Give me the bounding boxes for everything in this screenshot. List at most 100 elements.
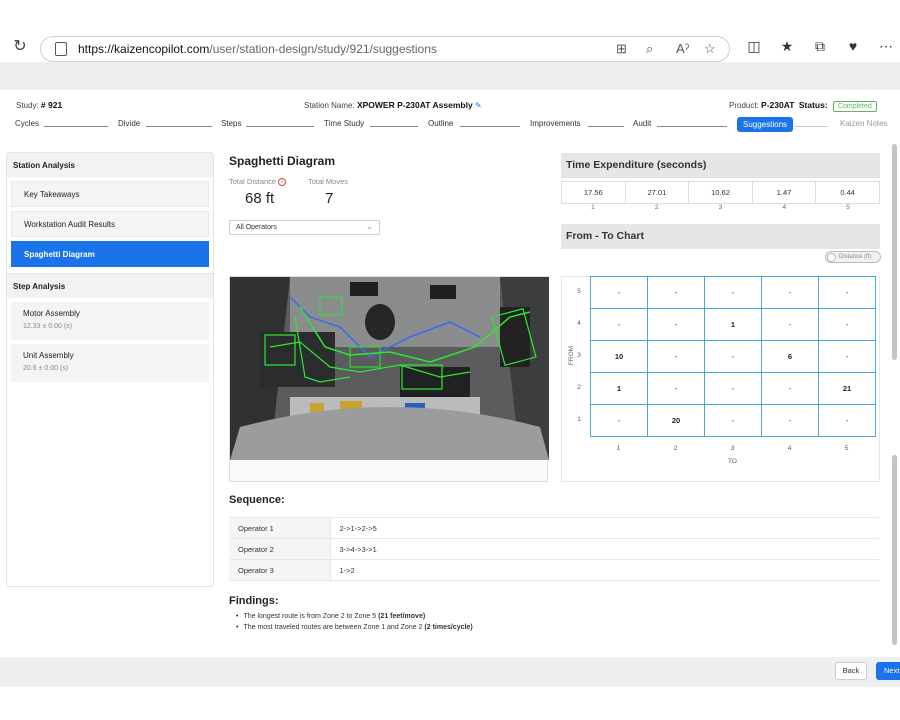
step-connector xyxy=(588,126,624,127)
study-id: Study: # 921 xyxy=(16,100,63,110)
refresh-icon[interactable]: ↻ xyxy=(10,37,30,57)
scrollbar-thumb-lower[interactable] xyxy=(892,455,897,645)
route-cell: 3->4->3->1 xyxy=(329,538,879,560)
findings-list: The longest route is from Zone 2 to Zone… xyxy=(236,613,473,635)
favorite-icon[interactable]: ☆ xyxy=(704,41,716,57)
scrollbar-thumb[interactable] xyxy=(892,144,897,360)
sidebar-item-spaghetti-diagram[interactable]: Spaghetti Diagram xyxy=(11,241,209,267)
operator-select[interactable]: All Operators ⌄ xyxy=(229,220,380,235)
lock-icon[interactable] xyxy=(55,42,67,56)
grid-cell: 10 xyxy=(590,340,648,373)
table-row: 10 - - 6 - xyxy=(590,340,876,373)
col-label: 4 xyxy=(787,445,792,452)
time-cell: 1.47 xyxy=(751,181,817,204)
zone-label: 2 xyxy=(654,204,659,211)
step-time-study[interactable]: Time Study xyxy=(324,119,364,128)
step-steps[interactable]: Steps xyxy=(221,119,241,128)
spaghetti-video-panel xyxy=(229,276,549,482)
extensions-icon[interactable]: ♥ xyxy=(843,38,863,54)
step-connector xyxy=(370,126,418,127)
time-zone-labels: 1 2 3 4 5 xyxy=(561,204,880,216)
operator-cell: Operator 1 xyxy=(229,517,330,539)
read-aloud-icon[interactable]: Aˀ xyxy=(676,41,689,56)
route-cell: 1->2 xyxy=(329,559,879,581)
step-audit[interactable]: Audit xyxy=(633,119,651,128)
from-to-heading: From - To Chart xyxy=(561,224,880,249)
step-outline[interactable]: Outline xyxy=(428,119,453,128)
total-moves-label: Total Moves xyxy=(308,177,349,186)
sequence-table: Operator 1 2->1->2->5 Operator 2 3->4->3… xyxy=(229,517,879,581)
step-kaizen-notes[interactable]: Kaizen Notes xyxy=(840,119,888,128)
time-cell: 10.62 xyxy=(688,181,753,204)
sidebar-item-workstation-audit[interactable]: Workstation Audit Results xyxy=(11,211,209,237)
station-name: Station Name: XPOWER P-230AT Assembly ✎ xyxy=(304,100,482,110)
sidebar-step-motor-assembly[interactable]: Motor Assembly 12.33 ± 0.00 (s) xyxy=(11,302,209,340)
row-label: 2 xyxy=(577,384,581,391)
step-connector xyxy=(657,126,727,127)
grid-cell: 20 xyxy=(647,404,705,437)
step-time: 12.33 ± 0.00 (s) xyxy=(23,323,72,330)
product-info: Product: P-230AT Status: Completed xyxy=(729,100,877,112)
list-item: The longest route is from Zone 2 to Zone… xyxy=(236,613,473,620)
info-icon[interactable]: i xyxy=(278,178,287,187)
sidebar-step-unit-assembly[interactable]: Unit Assembly 20.6 ± 0.00 (s) xyxy=(11,344,209,382)
step-suggestions[interactable]: Suggestions xyxy=(737,117,794,132)
step-cycles[interactable]: Cycles xyxy=(15,119,39,128)
to-axis-label: TO xyxy=(728,458,737,465)
operator-select-value: All Operators xyxy=(236,224,277,231)
zone-label: 3 xyxy=(718,204,723,211)
grid-cell: - xyxy=(761,308,819,341)
browser-gap xyxy=(0,62,900,90)
zone-label: 5 xyxy=(846,204,850,211)
address-bar[interactable]: https://kaizencopilot.com/user/station-d… xyxy=(40,36,730,62)
row-label: 1 xyxy=(577,416,581,423)
grid-cell: - xyxy=(590,308,648,341)
grid-cell: - xyxy=(704,340,762,373)
spaghetti-video[interactable] xyxy=(230,277,549,460)
grid-cell: 1 xyxy=(704,308,762,341)
collections-icon[interactable]: ⧉ xyxy=(810,38,830,55)
sequence-heading: Sequence: xyxy=(229,494,285,506)
study-header: Study: # 921 Station Name: XPOWER P-230A… xyxy=(0,90,900,142)
time-expenditure-heading: Time Expenditure (seconds) xyxy=(561,153,880,178)
grid-icon[interactable]: ⊞ xyxy=(616,41,627,57)
chevron-down-icon: ⌄ xyxy=(366,222,373,231)
grid-cell: - xyxy=(761,404,819,437)
zone-label: 1 xyxy=(591,204,595,211)
zoom-icon[interactable]: ⌕ xyxy=(646,41,653,57)
toggle-label: Distance (ft) xyxy=(839,254,872,260)
favorites-list-icon[interactable]: ★ xyxy=(777,38,797,55)
row-label: 3 xyxy=(577,352,581,359)
table-row: Operator 2 3->4->3->1 xyxy=(229,538,879,560)
split-screen-icon[interactable]: ◫ xyxy=(744,38,764,55)
grid-cell: 1 xyxy=(590,372,648,405)
grid-cell: - xyxy=(647,340,705,373)
total-distance-label: Total Distance i xyxy=(229,177,287,187)
col-label: 2 xyxy=(673,445,678,452)
step-name: Unit Assembly xyxy=(23,351,74,360)
grid-cell: - xyxy=(704,276,762,309)
back-button[interactable]: Back xyxy=(835,662,867,680)
zone-label: 4 xyxy=(782,204,787,211)
grid-cell: - xyxy=(818,308,876,341)
next-button[interactable]: Next xyxy=(876,662,900,680)
step-improvements[interactable]: Improvements xyxy=(530,119,581,128)
from-to-grid: - - - - - - - 1 - - 10 - - 6 - 1 - - - 2… xyxy=(590,276,876,437)
distance-toggle[interactable]: Distance (ft) xyxy=(825,251,881,263)
table-row: Operator 1 2->1->2->5 xyxy=(229,517,879,539)
step-connector xyxy=(146,126,212,127)
grid-cell: - xyxy=(704,372,762,405)
step-divide[interactable]: Divide xyxy=(118,119,140,128)
edit-icon[interactable]: ✎ xyxy=(475,101,482,110)
grid-cell: - xyxy=(818,340,876,373)
time-cell: 27.01 xyxy=(624,181,690,204)
step-connector xyxy=(44,126,108,127)
list-item: The most traveled routes are between Zon… xyxy=(236,624,472,631)
more-icon[interactable]: ⋯ xyxy=(876,38,896,55)
browser-toolbar: ↻ https://kaizencopilot.com/user/station… xyxy=(0,0,900,62)
operator-cell: Operator 3 xyxy=(229,559,330,581)
sidebar-item-key-takeaways[interactable]: Key Takeaways xyxy=(11,181,209,207)
table-row: - 20 - - - xyxy=(590,404,876,437)
grid-cell: - xyxy=(818,276,876,309)
table-row: 17.56 27.01 10.62 1.47 0.44 xyxy=(561,181,880,204)
